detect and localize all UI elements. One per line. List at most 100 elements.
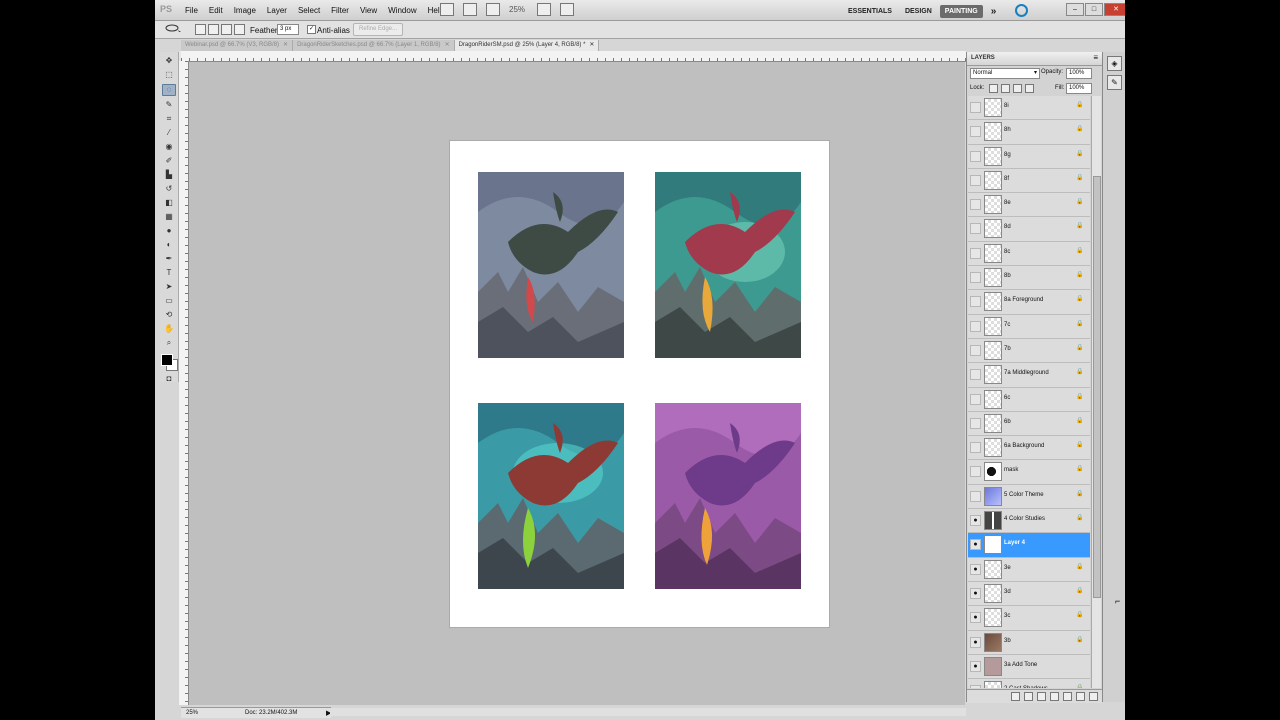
layer-name[interactable]: 3d	[1004, 589, 1011, 595]
layer-name[interactable]: 8e	[1004, 200, 1011, 206]
workspace-essentials[interactable]: ESSENTIALS	[843, 5, 897, 18]
zoom-tool-icon[interactable]: ⌕	[163, 338, 175, 348]
view-extras-icon[interactable]	[486, 3, 500, 16]
layer-name[interactable]: 4 Color Studies	[1004, 516, 1045, 522]
canvas-area[interactable]	[189, 62, 965, 705]
eye-hidden-icon[interactable]	[970, 320, 981, 332]
crop-tool-icon[interactable]: ⌗	[163, 114, 175, 124]
close-tab-icon[interactable]: ✕	[589, 42, 594, 48]
eye-hidden-icon[interactable]	[970, 174, 981, 186]
blur-tool-icon[interactable]: ●	[163, 226, 175, 236]
menu-file[interactable]: File	[185, 6, 198, 15]
layer-name[interactable]: 3a Add Tone	[1004, 662, 1037, 668]
eye-hidden-icon[interactable]	[970, 417, 981, 429]
layer-thumbnail[interactable]	[984, 462, 1002, 482]
layer-style-icon[interactable]	[1024, 692, 1033, 701]
layer-name[interactable]: 8f	[1004, 176, 1009, 182]
layer-name[interactable]: 8h	[1004, 127, 1011, 133]
vertical-ruler[interactable]	[179, 61, 189, 705]
status-zoom[interactable]: 25%	[186, 710, 198, 716]
layer-thumbnail[interactable]	[984, 195, 1002, 215]
eye-icon[interactable]: ●	[970, 515, 981, 527]
layers-panel-icon[interactable]: ◈	[1107, 56, 1122, 71]
intersect-selection-icon[interactable]	[234, 24, 245, 35]
more-workspaces-icon[interactable]: »	[986, 3, 1002, 20]
zoom-level-select[interactable]: 25%	[509, 5, 525, 14]
lock-position-icon[interactable]	[1013, 84, 1022, 93]
layer-row[interactable]: 7a Middleground 🔒	[968, 363, 1090, 388]
marquee-tool-icon[interactable]: ⬚	[163, 70, 175, 80]
type-tool-icon[interactable]: T	[163, 268, 175, 278]
layer-thumbnail[interactable]	[984, 268, 1002, 288]
layer-row[interactable]: ● 3a Add Tone	[968, 654, 1090, 680]
blend-mode-select[interactable]: Normal ▾	[970, 68, 1040, 79]
layer-name[interactable]: 8a Foreground	[1004, 297, 1043, 303]
lasso-tool-preset-icon[interactable]	[165, 24, 183, 34]
layer-name[interactable]: 8b	[1004, 273, 1011, 279]
layers-scrollbar[interactable]	[1091, 96, 1101, 688]
layer-row[interactable]: ● 2 Cast Shadows 🔒	[968, 679, 1090, 688]
hand-tool-icon[interactable]: ✋	[163, 324, 175, 334]
launch-mini-bridge-icon[interactable]	[463, 3, 477, 16]
layer-row[interactable]: 6a Background 🔒	[968, 436, 1090, 461]
lock-transparent-icon[interactable]	[989, 84, 998, 93]
layer-name[interactable]: 7b	[1004, 346, 1011, 352]
eye-hidden-icon[interactable]	[970, 247, 981, 259]
color-study-4[interactable]	[655, 403, 801, 589]
subtract-from-selection-icon[interactable]	[221, 24, 232, 35]
scrollbar-thumb[interactable]	[1093, 176, 1101, 598]
tab-dragonrider-sketches[interactable]: DragonRiderSketches.psd @ 66.7% (Layer 1…	[293, 40, 455, 51]
layer-name[interactable]: 8g	[1004, 152, 1011, 158]
layer-thumbnail[interactable]	[984, 486, 1002, 506]
eye-icon[interactable]: ●	[970, 660, 981, 672]
color-study-2[interactable]	[655, 172, 801, 358]
refine-edge-button[interactable]: Refine Edge...	[353, 23, 403, 36]
menu-filter[interactable]: Filter	[331, 6, 349, 15]
layer-thumbnail[interactable]	[984, 438, 1002, 458]
pen-tool-icon[interactable]: ✒	[163, 254, 175, 264]
eye-hidden-icon[interactable]	[970, 223, 981, 235]
fill-input[interactable]: 100%	[1066, 83, 1092, 94]
layer-thumbnail[interactable]	[984, 389, 1002, 409]
3d-rotate-tool-icon[interactable]: ⟲	[163, 310, 175, 320]
menu-layer[interactable]: Layer	[267, 6, 287, 15]
link-layers-icon[interactable]	[1011, 692, 1020, 701]
color-study-3[interactable]	[478, 403, 624, 589]
workspace-design[interactable]: DESIGN	[900, 5, 937, 18]
layer-row[interactable]: ● 3c 🔒	[968, 606, 1090, 631]
eye-hidden-icon[interactable]	[970, 199, 981, 211]
antialias-checkbox[interactable]: ✓	[307, 25, 316, 34]
launch-bridge-icon[interactable]	[440, 3, 454, 16]
layer-name[interactable]: 8d	[1004, 224, 1011, 230]
menu-edit[interactable]: Edit	[209, 6, 223, 15]
layer-row[interactable]: 8d 🔒	[968, 217, 1090, 242]
path-selection-tool-icon[interactable]: ➤	[163, 282, 175, 292]
layer-thumbnail[interactable]	[984, 365, 1002, 385]
layers-panel-title[interactable]: LAYERS	[971, 55, 995, 61]
layer-name[interactable]: 5 Color Theme	[1004, 492, 1044, 498]
foreground-color-swatch[interactable]	[161, 354, 173, 366]
lasso-tool-icon[interactable]: ◌	[162, 84, 176, 96]
eye-icon[interactable]: ●	[970, 685, 981, 688]
layer-thumbnail[interactable]	[984, 170, 1002, 190]
color-study-1[interactable]	[478, 172, 624, 358]
eye-icon[interactable]: ●	[970, 612, 981, 624]
tab-dragonrider-sm[interactable]: DragonRiderSM.psd @ 25% (Layer 4, RGB/8)…	[454, 40, 600, 51]
quick-mask-icon[interactable]: ◘	[163, 374, 175, 384]
layer-row[interactable]: 5 Color Theme 🔒	[968, 484, 1090, 510]
horizontal-scrollbar[interactable]	[330, 708, 966, 716]
eye-hidden-icon[interactable]	[970, 126, 981, 138]
eye-hidden-icon[interactable]	[970, 150, 981, 162]
layer-name[interactable]: 3c	[1004, 613, 1010, 619]
maximize-icon[interactable]: □	[1085, 3, 1103, 16]
tab-webinar[interactable]: Webinar.psd @ 66.7% (V3, RGB/8) ✕	[181, 40, 294, 51]
adjustment-layer-icon[interactable]	[1050, 692, 1059, 701]
eye-icon[interactable]: ●	[970, 563, 981, 575]
brush-tool-icon[interactable]: ✐	[163, 156, 175, 166]
close-tab-icon[interactable]: ✕	[283, 42, 288, 48]
layer-name[interactable]: 6a Background	[1004, 443, 1044, 449]
layer-row[interactable]: 8e 🔒	[968, 193, 1090, 218]
layer-thumbnail[interactable]	[984, 511, 1002, 531]
layer-row[interactable]: 8b 🔒	[968, 266, 1090, 291]
eye-icon[interactable]: ●	[970, 587, 981, 599]
